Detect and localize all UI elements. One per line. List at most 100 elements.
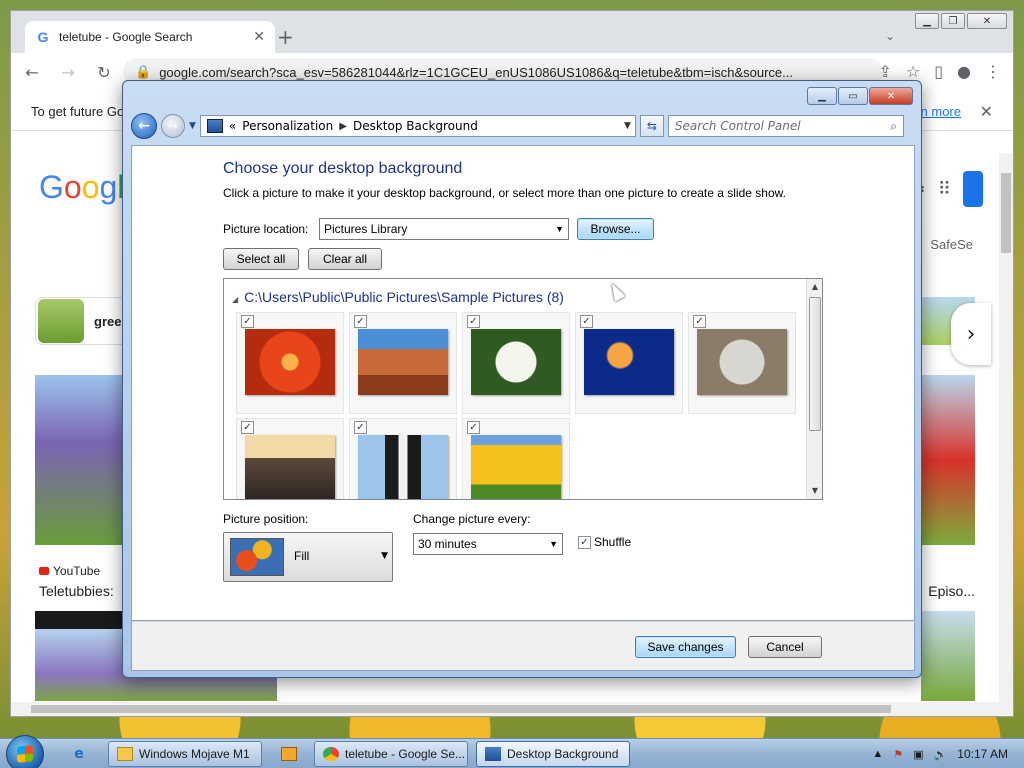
page-vertical-scrollbar[interactable] xyxy=(999,153,1013,707)
gallery-scrollbar[interactable]: ▲ ▼ xyxy=(806,279,822,499)
picture-tile-hydrangeas[interactable]: ✓ xyxy=(462,312,570,414)
picture-thumbnail xyxy=(471,435,561,499)
picture-tile-koala[interactable]: ✓ xyxy=(688,312,796,414)
browser-window-controls: ▁ ❐ ✕ xyxy=(915,13,1007,29)
apps-grid-icon[interactable]: ⠿ xyxy=(938,179,951,200)
browse-button[interactable]: Browse... xyxy=(577,218,654,240)
refresh-icon[interactable]: ⇆ xyxy=(639,115,664,137)
page-description: Click a picture to make it your desktop … xyxy=(223,186,786,200)
breadcrumb-overflow-icon[interactable]: « xyxy=(229,119,236,133)
image-result-left[interactable] xyxy=(35,375,123,545)
taskbar-item-desktop-background[interactable]: Desktop Background xyxy=(476,741,630,767)
action-center-flag-icon[interactable]: ⚑ xyxy=(893,748,903,761)
network-icon[interactable]: ▣ xyxy=(913,748,923,761)
collapse-triangle-icon[interactable]: ◢ xyxy=(232,295,238,304)
back-arrow-icon[interactable]: ← xyxy=(131,113,157,139)
bookmark-star-icon[interactable]: ☆ xyxy=(906,62,920,81)
picture-thumbnail xyxy=(584,329,674,395)
picture-tile-tulips[interactable]: ✓ xyxy=(462,418,570,499)
recent-pages-dropdown-icon[interactable]: ▼ xyxy=(189,121,196,131)
taskbar: e Windows Mojave M1 teletube - Google Se… xyxy=(0,735,1024,768)
show-hidden-icons-icon[interactable]: ▲ xyxy=(872,748,883,760)
scrollbar-thumb[interactable] xyxy=(809,297,821,431)
picture-checkbox[interactable]: ✓ xyxy=(467,315,480,328)
tab-close-icon[interactable]: ✕ xyxy=(253,29,265,45)
tab-search-chevron-icon[interactable]: ⌄ xyxy=(885,29,895,43)
clear-all-button[interactable]: Clear all xyxy=(308,248,382,270)
google-logo[interactable]: Googl xyxy=(39,169,124,206)
clock[interactable]: 10:17 AM xyxy=(957,747,1008,761)
page-horizontal-scrollbar[interactable] xyxy=(11,702,1013,716)
picture-gallery: ◢ C:\Users\Public\Public Pictures\Sample … xyxy=(223,278,823,500)
taskbar-item-windows-mojave[interactable]: Windows Mojave M1 xyxy=(108,741,262,767)
media-player-icon[interactable] xyxy=(278,743,300,765)
right-result-title[interactable]: Episo... xyxy=(928,583,975,599)
picture-tile-desert[interactable]: ✓ xyxy=(349,312,457,414)
picture-tile-penguins[interactable]: ✓ xyxy=(349,418,457,499)
side-panel-icon[interactable]: ▯ xyxy=(934,62,943,81)
scroll-up-arrow-icon[interactable]: ▲ xyxy=(807,279,822,295)
picture-checkbox[interactable]: ✓ xyxy=(354,315,367,328)
picture-tile-chrysanthemum[interactable]: ✓ xyxy=(236,312,344,414)
internet-explorer-icon[interactable]: e xyxy=(68,743,90,765)
address-bar[interactable]: « Personalization ▶ Desktop Background ▼ xyxy=(199,115,636,137)
carousel-next-chevron-icon[interactable]: › xyxy=(951,303,991,365)
picture-checkbox[interactable]: ✓ xyxy=(354,421,367,434)
picture-thumbnail xyxy=(358,435,448,499)
picture-checkbox[interactable]: ✓ xyxy=(580,315,593,328)
picture-checkbox[interactable]: ✓ xyxy=(241,315,254,328)
desktop-background-window: ▁ ▭ ✕ ← → ▼ « Personalization ▶ Desktop … xyxy=(122,80,922,678)
maximize-button[interactable]: ▭ xyxy=(838,87,868,105)
close-button[interactable]: ✕ xyxy=(869,87,913,105)
result-title[interactable]: Teletubbies: xyxy=(39,583,114,599)
picture-location-select[interactable]: Pictures Library ▼ xyxy=(319,218,569,240)
back-arrow-icon[interactable]: ← xyxy=(21,63,43,82)
shuffle-label[interactable]: Shuffle xyxy=(594,535,631,549)
reload-icon[interactable]: ↻ xyxy=(93,63,115,82)
profile-avatar-icon[interactable]: ● xyxy=(957,62,971,81)
picture-position-select[interactable]: Fill ▼ xyxy=(223,532,393,582)
picture-checkbox[interactable]: ✓ xyxy=(467,421,480,434)
info-bar-link[interactable]: rn more xyxy=(916,104,961,119)
cancel-button[interactable]: Cancel xyxy=(748,636,822,658)
address-dropdown-icon[interactable]: ▼ xyxy=(624,121,631,131)
search-icon[interactable]: ⌕ xyxy=(890,119,897,134)
start-button[interactable] xyxy=(6,735,44,768)
safesearch-label[interactable]: SafeSe xyxy=(930,237,973,252)
image-result-right[interactable] xyxy=(921,375,975,545)
minimize-button[interactable]: ▁ xyxy=(915,13,939,29)
control-panel-icon xyxy=(206,119,223,133)
forward-arrow-icon[interactable]: → xyxy=(57,63,79,82)
page-title: Choose your desktop background xyxy=(223,160,463,177)
picture-checkbox[interactable]: ✓ xyxy=(693,315,706,328)
taskbar-item-chrome[interactable]: teletube - Google Se... xyxy=(314,741,468,767)
maximize-button[interactable]: ❐ xyxy=(941,13,965,29)
change-picture-interval-select[interactable]: 30 minutes ▼ xyxy=(413,533,563,555)
close-button[interactable]: ✕ xyxy=(967,13,1007,29)
shuffle-checkbox[interactable]: ✓ xyxy=(578,536,591,549)
volume-muted-icon[interactable]: 🔈 xyxy=(934,748,948,761)
image-result-bottom-right[interactable] xyxy=(921,611,975,701)
breadcrumb-separator-icon[interactable]: ▶ xyxy=(339,121,347,132)
breadcrumb-personalization[interactable]: Personalization xyxy=(242,119,333,133)
scroll-down-arrow-icon[interactable]: ▼ xyxy=(807,483,822,499)
share-icon[interactable]: ⇪ xyxy=(878,62,891,81)
save-changes-button[interactable]: Save changes xyxy=(635,636,736,658)
picture-thumbnail xyxy=(471,329,561,395)
picture-tile-lighthouse[interactable]: ✓ xyxy=(236,418,344,499)
select-all-button[interactable]: Select all xyxy=(223,248,299,270)
search-input[interactable]: Search Control Panel ⌕ xyxy=(667,115,904,137)
breadcrumb-desktop-background[interactable]: Desktop Background xyxy=(353,119,478,133)
forward-arrow-icon[interactable]: → xyxy=(161,114,185,138)
picture-checkbox[interactable]: ✓ xyxy=(241,421,254,434)
position-preview-thumbnail xyxy=(230,538,284,576)
minimize-button[interactable]: ▁ xyxy=(807,87,837,105)
chevron-down-icon: ▼ xyxy=(555,224,564,234)
info-bar-close-icon[interactable]: ✕ xyxy=(980,102,993,122)
new-tab-icon[interactable]: + xyxy=(277,25,294,49)
browser-tab[interactable]: G teletube - Google Search ✕ xyxy=(25,21,275,53)
picture-tile-jellyfish[interactable]: ✓ xyxy=(575,312,683,414)
sign-in-button[interactable] xyxy=(963,171,983,207)
gallery-group-header[interactable]: ◢ C:\Users\Public\Public Pictures\Sample … xyxy=(232,289,564,305)
menu-kebab-icon[interactable]: ⋮ xyxy=(985,62,1001,81)
